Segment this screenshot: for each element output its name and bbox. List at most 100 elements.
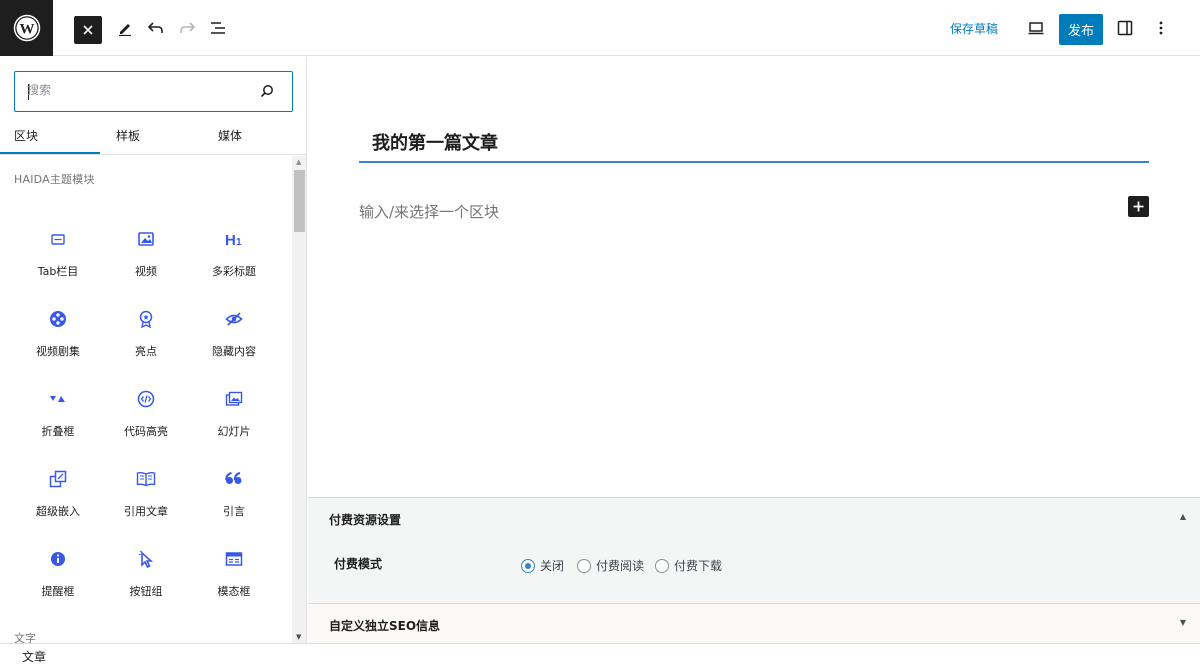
- block-label: 多彩标题: [212, 265, 256, 278]
- wordpress-logo-button[interactable]: W: [0, 0, 53, 56]
- block-button-group[interactable]: 按钮组: [102, 531, 190, 611]
- radio-label: 关闭: [540, 559, 565, 573]
- block-tab-columns[interactable]: Tab栏目: [14, 211, 102, 291]
- block-hidden-content[interactable]: 隐藏内容: [190, 291, 278, 371]
- block-label: Tab栏目: [37, 265, 79, 278]
- block-label: 代码高亮: [124, 425, 168, 438]
- block-category-title: HAIDA主题模块: [14, 173, 95, 186]
- award-icon: [102, 309, 190, 329]
- radio-label: 付费阅读: [596, 559, 645, 573]
- undo-button[interactable]: [142, 14, 170, 42]
- block-video-series[interactable]: 视频剧集: [14, 291, 102, 371]
- plus-icon: [1133, 201, 1144, 212]
- block-cite-post[interactable]: 引用文章: [102, 451, 190, 531]
- block-label: 折叠框: [41, 425, 75, 438]
- tab-blocks[interactable]: 区块: [0, 127, 101, 154]
- radio-unchecked-icon[interactable]: [655, 558, 669, 573]
- post-title-input[interactable]: 我的第一篇文章: [372, 129, 498, 155]
- title-focus-outline: [359, 161, 1149, 163]
- editor-footer: 文章: [0, 643, 1200, 664]
- paid-mode-label: 付费模式: [334, 557, 383, 571]
- more-vertical-icon: [1159, 21, 1163, 35]
- add-block-button[interactable]: [1128, 196, 1149, 217]
- block-colorful-heading[interactable]: H1 多彩标题: [190, 211, 278, 291]
- block-search-box[interactable]: [14, 71, 293, 112]
- svg-text:H: H: [225, 232, 236, 247]
- radio-checked-icon[interactable]: [521, 558, 535, 573]
- pencil-icon: [119, 24, 131, 36]
- inserter-scrollbar[interactable]: ▲ ▼: [292, 156, 306, 643]
- scrollbar-thumb[interactable]: [294, 170, 305, 232]
- block-breadcrumb[interactable]: 文章: [22, 648, 46, 664]
- block-video[interactable]: 视频: [102, 211, 190, 291]
- inserter-tabs: 区块 样板 媒体: [0, 121, 306, 155]
- redo-icon: [180, 22, 196, 33]
- radio-label: 付费下载: [674, 559, 723, 573]
- heading-icon: H1: [190, 229, 278, 249]
- sidebar-icon: [1117, 20, 1133, 36]
- list-view-icon: [211, 22, 225, 34]
- svg-text:W: W: [19, 22, 34, 38]
- modal-icon: [190, 549, 278, 569]
- settings-sidebar-toggle[interactable]: [1111, 14, 1139, 42]
- collapse-up-icon[interactable]: ▲: [1180, 512, 1186, 521]
- default-block-appender[interactable]: 输入/来选择一个区块: [359, 201, 499, 222]
- desktop-preview-icon: [1028, 22, 1044, 35]
- wordpress-icon: W: [13, 14, 40, 42]
- block-label: 引用文章: [124, 505, 168, 518]
- tools-button[interactable]: [111, 14, 139, 42]
- svg-text:1: 1: [236, 237, 242, 247]
- options-menu-button[interactable]: [1147, 14, 1175, 42]
- expand-down-icon[interactable]: ▼: [1180, 618, 1186, 627]
- block-code-highlight[interactable]: 代码高亮: [102, 371, 190, 451]
- block-label: 隐藏内容: [212, 345, 256, 358]
- hidden-eye-icon: [190, 309, 278, 329]
- seo-metabox: 自定义独立SEO信息 ▼: [308, 603, 1200, 643]
- editor-header: W 保存草稿 发布: [0, 0, 1200, 56]
- paid-read-radio[interactable]: 付费阅读: [577, 557, 644, 574]
- block-editor: W 保存草稿 发布 搜索 区块 样板 媒体 HAIDA主题模块 Tab栏目 视频…: [0, 0, 1200, 664]
- close-inserter-button[interactable]: [74, 16, 102, 44]
- tab-patterns[interactable]: 样板: [116, 127, 140, 144]
- collapse-icon: [14, 389, 102, 409]
- block-label: 按钮组: [129, 585, 163, 598]
- paid-resource-metabox: 付费资源设置 ▲ 付费模式 关闭 付费阅读 付费下载: [308, 497, 1200, 603]
- document-overview-button[interactable]: [204, 14, 232, 42]
- block-modal[interactable]: 模态框: [190, 531, 278, 611]
- quote-icon: [190, 469, 278, 489]
- metabox-title[interactable]: 自定义独立SEO信息: [329, 617, 440, 634]
- scroll-up-arrow-icon[interactable]: ▲: [296, 158, 301, 166]
- metabox-title[interactable]: 付费资源设置: [329, 511, 401, 528]
- block-inserter-panel: 区块 样板 媒体 HAIDA主题模块 Tab栏目 视频 H1 多彩标题: [0, 57, 307, 643]
- tab-icon: [14, 229, 102, 249]
- preview-button[interactable]: [1022, 14, 1050, 42]
- block-super-embed[interactable]: 超级嵌入: [14, 451, 102, 531]
- block-label: 亮点: [135, 345, 157, 358]
- publish-button[interactable]: 发布: [1059, 14, 1103, 45]
- info-icon: [14, 549, 102, 569]
- block-collapse[interactable]: 折叠框: [14, 371, 102, 451]
- block-highlight[interactable]: 亮点: [102, 291, 190, 371]
- undo-icon: [147, 22, 163, 33]
- scroll-down-arrow-icon[interactable]: ▼: [296, 633, 301, 641]
- block-search-input[interactable]: [27, 83, 247, 97]
- block-quote[interactable]: 引言: [190, 451, 278, 531]
- block-label: 视频剧集: [36, 345, 80, 358]
- next-category-title: 文字: [14, 632, 36, 643]
- pointer-icon: [102, 549, 190, 569]
- block-label: 视频: [135, 265, 157, 278]
- film-reel-icon: [14, 309, 102, 329]
- search-icon: [260, 85, 273, 98]
- block-slideshow[interactable]: 幻灯片: [190, 371, 278, 451]
- save-draft-button[interactable]: 保存草稿: [950, 20, 998, 37]
- tab-media[interactable]: 媒体: [218, 127, 242, 144]
- redo-button[interactable]: [173, 14, 201, 42]
- radio-unchecked-icon[interactable]: [577, 558, 591, 573]
- block-notice[interactable]: 提醒框: [14, 531, 102, 611]
- embed-icon: [14, 469, 102, 489]
- paid-mode-off-radio[interactable]: 关闭: [521, 557, 564, 574]
- block-label: 模态框: [217, 585, 251, 598]
- book-icon: [102, 469, 190, 489]
- paid-download-radio[interactable]: 付费下载: [655, 557, 722, 574]
- block-label: 幻灯片: [217, 425, 251, 438]
